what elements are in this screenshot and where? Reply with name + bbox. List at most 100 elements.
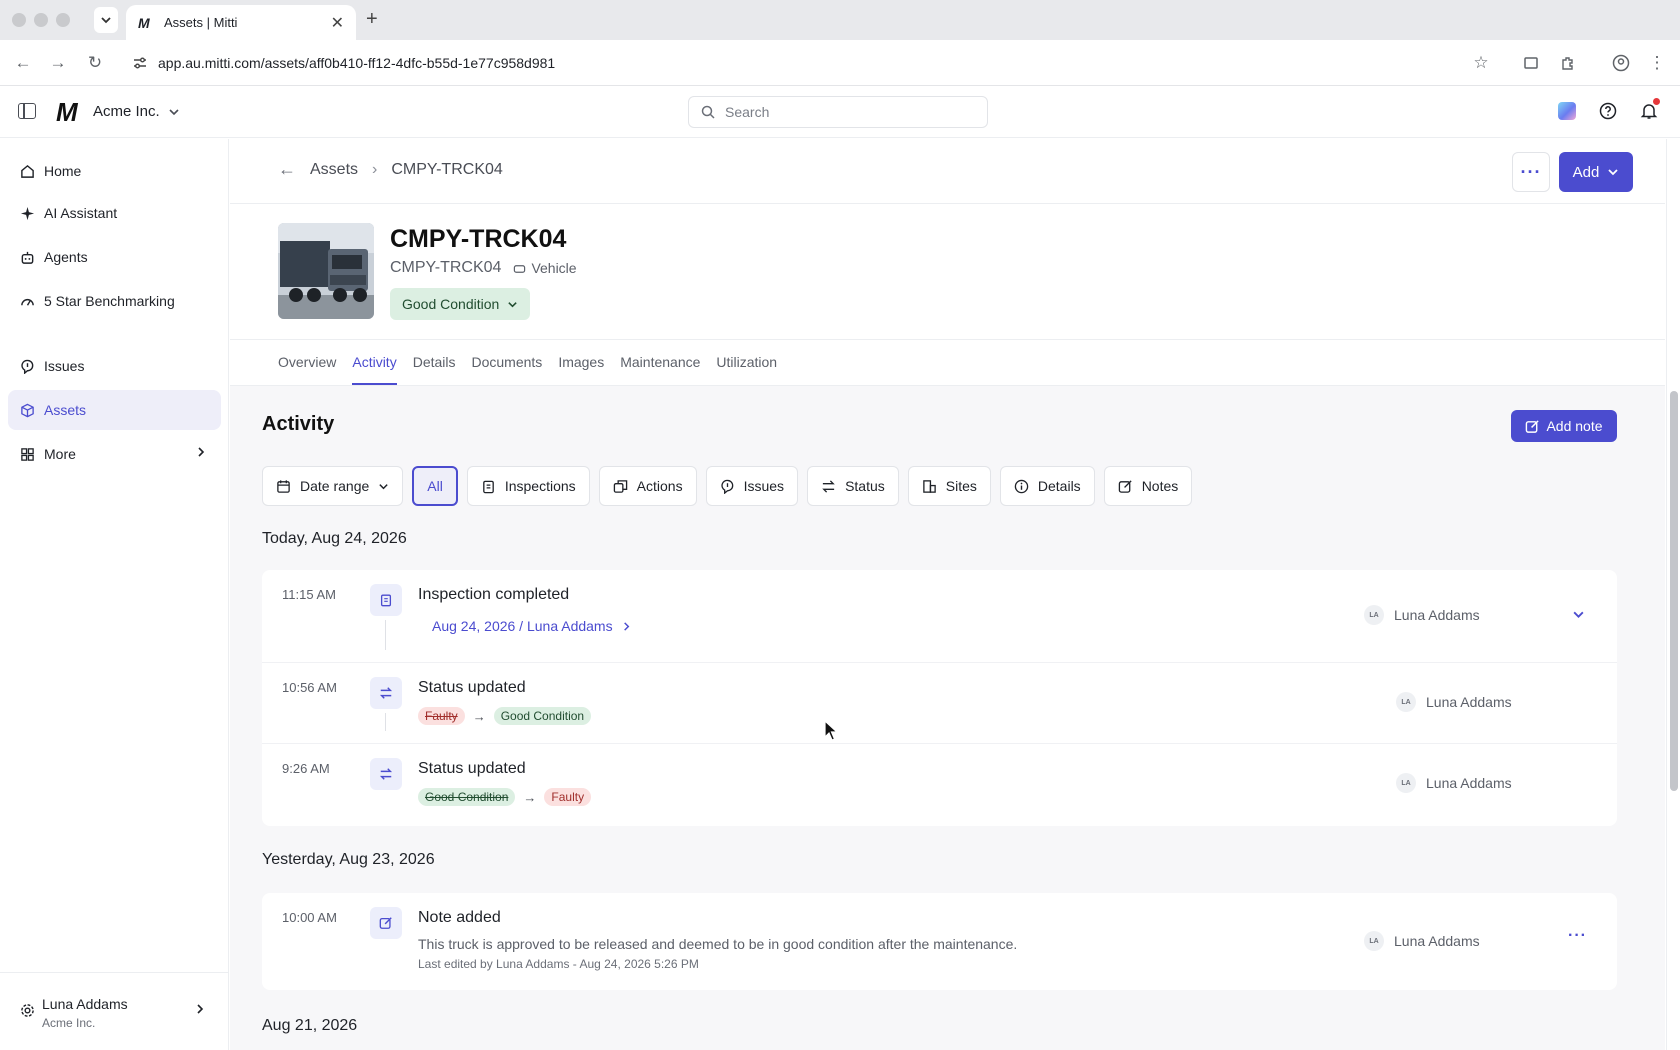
mitti-logo[interactable]: M	[56, 97, 78, 128]
info-icon	[1014, 479, 1029, 493]
sidebar-item-more[interactable]: More	[8, 434, 221, 474]
old-status-badge: Good Condition	[418, 788, 516, 806]
sparkle-icon	[20, 206, 35, 220]
arrow-right-icon: →	[523, 789, 537, 805]
profile-icon[interactable]	[1610, 52, 1632, 74]
sidebar-toggle-icon[interactable]	[18, 103, 36, 119]
more-actions-button[interactable]: ···	[1512, 152, 1550, 192]
edit-icon	[1526, 419, 1540, 433]
sidebar-item-home[interactable]: Home	[8, 151, 221, 191]
add-note-button[interactable]: Add note	[1511, 410, 1617, 442]
site-settings-icon[interactable]	[132, 55, 148, 71]
filter-label: Notes	[1141, 478, 1179, 494]
condition-dropdown[interactable]: Good Condition	[390, 288, 531, 320]
filter-label: Actions	[636, 478, 683, 494]
avatar: LA	[1364, 931, 1384, 951]
entry-user: LA Luna Addams	[1364, 605, 1480, 625]
filter-actions[interactable]: Actions	[598, 466, 697, 506]
timeline-connector	[385, 713, 386, 731]
avatar: LA	[1396, 692, 1416, 712]
mitti-favicon-icon: M	[138, 14, 150, 31]
sidebar-item-agents[interactable]: Agents	[8, 237, 221, 277]
apps-launcher-button[interactable]	[1556, 100, 1578, 122]
notifications-bell-icon[interactable]	[1638, 98, 1660, 122]
sidebar-item-issues[interactable]: Issues	[8, 346, 221, 386]
address-bar[interactable]: app.au.mitti.com/assets/aff0b410-ff12-4d…	[122, 46, 1484, 80]
chevron-down-icon[interactable]	[1572, 608, 1585, 621]
filter-label: All	[427, 478, 443, 494]
swap-icon	[370, 677, 402, 709]
chevron-down-icon	[101, 17, 111, 24]
filter-date-range[interactable]: Date range	[262, 466, 404, 506]
filter-details[interactable]: Details	[999, 466, 1095, 506]
tab-utilization[interactable]: Utilization	[716, 339, 777, 385]
tab-details[interactable]: Details	[413, 339, 456, 385]
filter-all[interactable]: All	[412, 466, 458, 506]
sidebar-item-5-star-benchmarking[interactable]: 5 Star Benchmarking	[8, 281, 221, 321]
issue-icon	[720, 479, 733, 494]
asset-subtitle: CMPY-TRCK04 Vehicle	[390, 259, 577, 277]
entry-user: LA Luna Addams	[1396, 773, 1512, 793]
back-arrow-icon[interactable]: ←	[278, 159, 296, 180]
cube-icon	[21, 403, 34, 417]
filter-issues[interactable]: Issues	[705, 466, 799, 506]
reload-icon[interactable]: ↻	[84, 52, 106, 74]
activity-entry: 10:00 AM Note added This truck is approv…	[262, 893, 1617, 990]
back-arrow-icon[interactable]: ←	[12, 52, 34, 74]
activity-filters: Date range All Inspections Actions Issue…	[262, 466, 1193, 506]
entry-time: 11:15 AM	[282, 587, 336, 602]
chevron-down-icon	[169, 108, 179, 115]
sidebar-item-ai-assistant[interactable]: AI Assistant	[8, 193, 221, 233]
issue-icon	[21, 359, 34, 374]
tab-search-button[interactable]	[94, 7, 118, 33]
app-header: M Acme Inc. Search	[0, 86, 1680, 138]
screenshot-icon[interactable]	[1520, 52, 1542, 74]
tab-documents[interactable]: Documents	[472, 339, 543, 385]
window-maximize-button[interactable]	[56, 13, 70, 27]
filter-sites[interactable]: Sites	[907, 466, 991, 506]
bookmark-star-icon[interactable]: ☆	[1470, 52, 1492, 74]
breadcrumb-assets-link[interactable]: Assets	[310, 161, 358, 179]
browser-tab[interactable]: M Assets | Mitti ✕	[126, 5, 356, 40]
breadcrumb: ← Assets › CMPY-TRCK04	[278, 159, 503, 180]
actions-icon	[613, 479, 627, 493]
page-scrollbar[interactable]	[1666, 139, 1680, 1050]
filter-notes[interactable]: Notes	[1103, 466, 1193, 506]
sidebar-item-label: More	[44, 446, 76, 462]
new-status-badge: Faulty	[544, 788, 592, 806]
asset-thumbnail[interactable]	[278, 223, 374, 319]
edit-icon	[1118, 479, 1132, 493]
tab-overview[interactable]: Overview	[278, 339, 336, 385]
tab-images[interactable]: Images	[558, 339, 604, 385]
note-options-button[interactable]: ···	[1568, 927, 1587, 945]
asset-code: CMPY-TRCK04	[390, 259, 502, 276]
scrollbar-thumb[interactable]	[1670, 391, 1678, 791]
new-tab-button[interactable]: +	[366, 8, 378, 31]
tab-activity[interactable]: Activity	[352, 339, 398, 385]
browser-menu-icon[interactable]: ⋮	[1646, 52, 1668, 74]
user-menu[interactable]: Luna Addams Acme Inc.	[0, 972, 229, 1050]
app-tile-icon	[1558, 102, 1576, 120]
day-group-label: Aug 21, 2026	[262, 1017, 358, 1034]
tab-maintenance[interactable]: Maintenance	[620, 339, 700, 385]
close-tab-icon[interactable]: ✕	[331, 13, 344, 33]
window-close-button[interactable]	[12, 13, 26, 27]
extensions-icon[interactable]	[1557, 52, 1579, 74]
robot-icon	[21, 251, 34, 264]
help-icon[interactable]	[1597, 100, 1619, 122]
window-minimize-button[interactable]	[34, 13, 48, 27]
add-button[interactable]: Add	[1559, 152, 1633, 192]
clipboard-icon	[370, 584, 402, 616]
chevron-right-icon	[197, 1004, 204, 1014]
filter-status[interactable]: Status	[807, 466, 899, 506]
sidebar-item-label: AI Assistant	[44, 205, 118, 221]
filter-inspections[interactable]: Inspections	[466, 466, 590, 506]
sidebar-item-assets[interactable]: Assets	[8, 390, 221, 430]
gear-icon	[21, 1004, 34, 1017]
asset-type-label: Vehicle	[531, 260, 577, 276]
inspection-link[interactable]: Aug 24, 2026 / Luna Addams	[432, 618, 632, 634]
org-switcher[interactable]: Acme Inc.	[93, 103, 180, 120]
global-search[interactable]: Search	[688, 96, 988, 128]
add-note-label: Add note	[1546, 418, 1603, 434]
forward-arrow-icon[interactable]: →	[47, 52, 69, 74]
